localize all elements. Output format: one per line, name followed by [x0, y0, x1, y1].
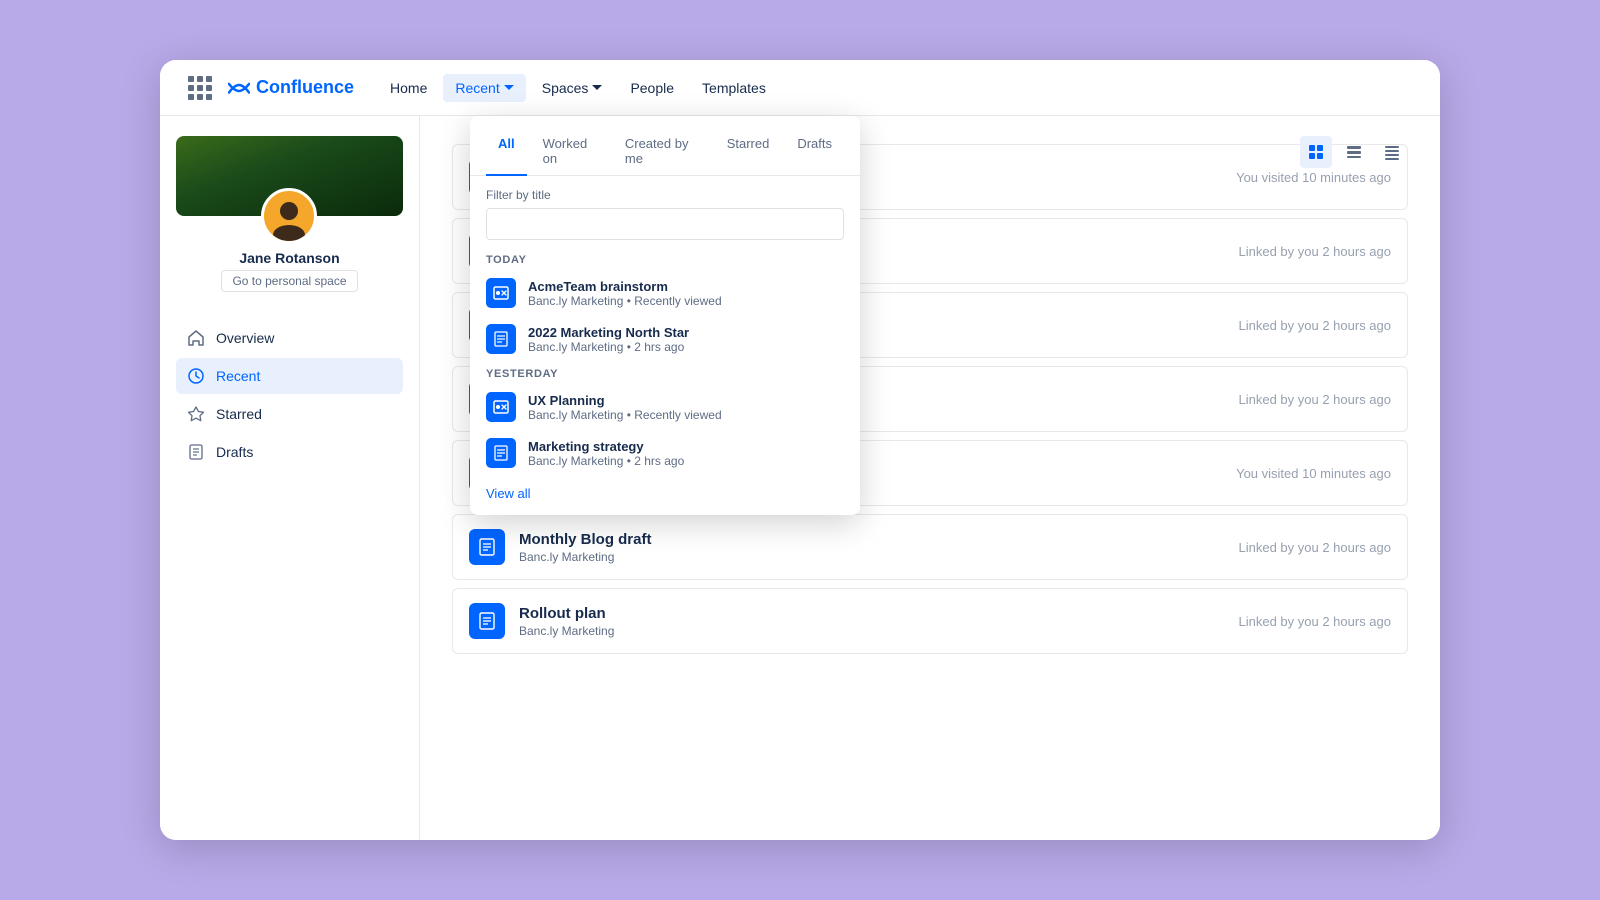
- star-icon: [186, 404, 206, 424]
- dropdown-tab-worked_on[interactable]: Worked on: [531, 128, 609, 176]
- filter-label: Filter by title: [486, 188, 844, 202]
- dropdown-item-subtitle: Banc.ly Marketing • Recently viewed: [528, 408, 722, 422]
- goto-personal-space-button[interactable]: Go to personal space: [221, 270, 357, 292]
- filter-input[interactable]: [486, 208, 844, 240]
- content-list-item[interactable]: Rollout plan Banc.ly Marketing Linked by…: [452, 588, 1408, 654]
- nav-templates[interactable]: Templates: [690, 74, 778, 102]
- item-subtitle: Banc.ly Marketing: [519, 624, 1225, 638]
- dropdown-list-item[interactable]: UX Planning Banc.ly Marketing • Recently…: [470, 384, 860, 430]
- page-icon: [469, 603, 505, 639]
- sidebar-item-overview-label: Overview: [216, 330, 274, 346]
- item-title: Monthly Blog draft: [519, 531, 1225, 548]
- sidebar-item-overview[interactable]: Overview: [176, 320, 403, 356]
- dropdown-item-subtitle: Banc.ly Marketing • 2 hrs ago: [528, 454, 684, 468]
- section-header-yesterday: YESTERDAY: [470, 362, 860, 384]
- nav-links: Home Recent Spaces People Templates: [378, 74, 778, 102]
- sidebar-item-drafts[interactable]: Drafts: [176, 434, 403, 470]
- item-timestamp: Linked by you 2 hours ago: [1239, 318, 1392, 333]
- grid-view-button[interactable]: [1300, 136, 1332, 168]
- item-timestamp: Linked by you 2 hours ago: [1239, 392, 1392, 407]
- page-icon: [486, 324, 516, 354]
- section-header-today: TODAY: [470, 248, 860, 270]
- profile-avatar-wrap: Jane Rotanson Go to personal space: [221, 188, 357, 292]
- sidebar-item-starred[interactable]: Starred: [176, 396, 403, 432]
- dropdown-list-item[interactable]: Marketing strategy Banc.ly Marketing • 2…: [470, 430, 860, 476]
- dropdown-item-title: AcmeTeam brainstorm: [528, 279, 722, 294]
- dropdown-item-title: 2022 Marketing North Star: [528, 325, 689, 340]
- dropdown-tab-all[interactable]: All: [486, 128, 527, 176]
- item-subtitle: Banc.ly Marketing: [519, 550, 1225, 564]
- confluence-logo[interactable]: Confluence: [228, 77, 354, 99]
- avatar: [261, 188, 317, 244]
- item-timestamp: Linked by you 2 hours ago: [1239, 540, 1392, 555]
- item-timestamp: You visited 10 minutes ago: [1236, 170, 1391, 185]
- whiteboard-icon: [486, 278, 516, 308]
- nav-people[interactable]: People: [618, 74, 686, 102]
- dropdown-item-subtitle: Banc.ly Marketing • 2 hrs ago: [528, 340, 689, 354]
- grid-menu-icon[interactable]: [184, 72, 216, 104]
- item-timestamp: Linked by you 2 hours ago: [1239, 614, 1392, 629]
- content-list-item[interactable]: Monthly Blog draft Banc.ly Marketing Lin…: [452, 514, 1408, 580]
- dropdown-list-item[interactable]: AcmeTeam brainstorm Banc.ly Marketing • …: [470, 270, 860, 316]
- view-all-button[interactable]: View all: [470, 476, 860, 515]
- page-icon: [469, 529, 505, 565]
- clock-icon: [186, 366, 206, 386]
- topnav: Confluence Home Recent Spaces People Tem…: [160, 60, 1440, 116]
- dropdown-tab-starred[interactable]: Starred: [715, 128, 782, 176]
- logo-text: Confluence: [256, 77, 354, 98]
- dropdown-tabs: AllWorked onCreated by meStarredDrafts: [470, 116, 860, 176]
- nav-spaces[interactable]: Spaces: [530, 74, 615, 102]
- item-timestamp: Linked by you 2 hours ago: [1239, 244, 1392, 259]
- user-name: Jane Rotanson: [239, 250, 339, 266]
- sidebar: Jane Rotanson Go to personal space Overv…: [160, 116, 420, 840]
- list-view-button[interactable]: [1338, 136, 1370, 168]
- dropdown-tab-drafts[interactable]: Drafts: [785, 128, 844, 176]
- page-icon: [486, 438, 516, 468]
- sidebar-nav: Overview Recent: [176, 320, 403, 470]
- compact-view-button[interactable]: [1376, 136, 1408, 168]
- sidebar-item-starred-label: Starred: [216, 406, 262, 422]
- dropdown-sections: TODAY AcmeTeam brainstorm Banc.ly Market…: [470, 248, 860, 476]
- dropdown-item-title: UX Planning: [528, 393, 722, 408]
- home-icon: [186, 328, 206, 348]
- filter-section: Filter by title: [470, 176, 860, 248]
- nav-recent[interactable]: Recent: [443, 74, 525, 102]
- item-timestamp: You visited 10 minutes ago: [1236, 466, 1391, 481]
- dropdown-item-subtitle: Banc.ly Marketing • Recently viewed: [528, 294, 722, 308]
- spaces-chevron-icon: [592, 85, 602, 91]
- item-title: Rollout plan: [519, 605, 1225, 622]
- sidebar-item-recent-label: Recent: [216, 368, 260, 384]
- main-window: Confluence Home Recent Spaces People Tem…: [160, 60, 1440, 840]
- dropdown-list-item[interactable]: 2022 Marketing North Star Banc.ly Market…: [470, 316, 860, 362]
- dropdown-item-title: Marketing strategy: [528, 439, 684, 454]
- recent-dropdown: AllWorked onCreated by meStarredDrafts F…: [470, 116, 860, 515]
- sidebar-item-drafts-label: Drafts: [216, 444, 253, 460]
- drafts-icon: [186, 442, 206, 462]
- view-toggle: [1300, 136, 1408, 168]
- dropdown-tab-created_by_me[interactable]: Created by me: [613, 128, 711, 176]
- recent-chevron-icon: [504, 85, 514, 91]
- whiteboard-icon: [486, 392, 516, 422]
- sidebar-item-recent[interactable]: Recent: [176, 358, 403, 394]
- nav-home[interactable]: Home: [378, 74, 439, 102]
